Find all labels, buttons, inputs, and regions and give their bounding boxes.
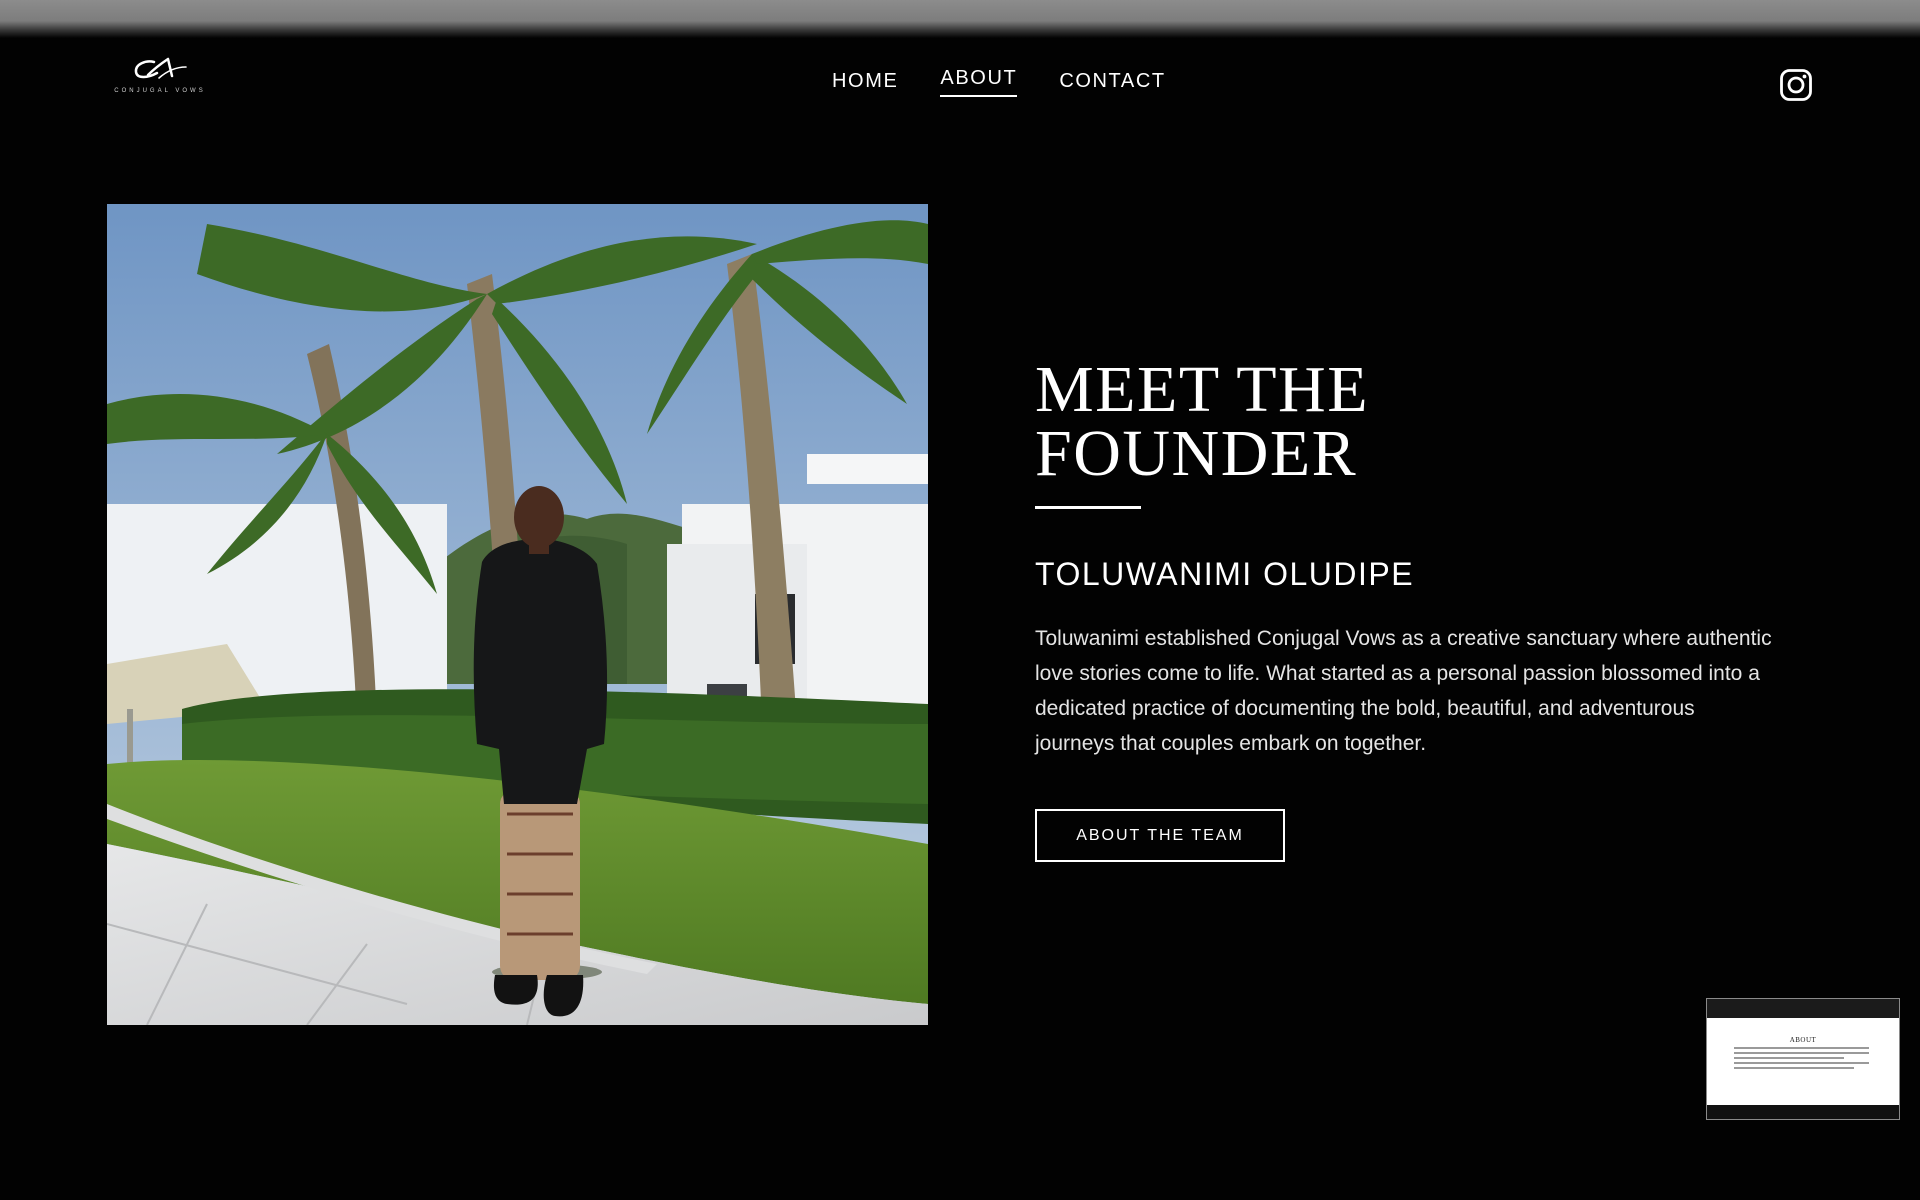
cv-monogram-icon	[134, 57, 187, 79]
preview-nav-bar	[1707, 999, 1899, 1018]
preview-title: ABOUT	[1789, 1036, 1817, 1044]
preview-text-line	[1734, 1052, 1869, 1054]
title-divider	[1035, 506, 1141, 509]
founder-name: TOLUWANIMI OLUDIPE	[1035, 556, 1415, 592]
brand-logo[interactable]: CONJUGAL VOWS	[110, 54, 210, 100]
preview-text-line	[1734, 1057, 1844, 1059]
founder-section: MEET THE FOUNDER TOLUWANIMI OLUDIPE Tolu…	[1035, 353, 1795, 862]
preview-text-line	[1734, 1062, 1869, 1064]
founder-bio: Toluwanimi established Conjugal Vows as …	[1035, 627, 1772, 755]
founder-photo	[107, 204, 928, 1025]
nav-home-link[interactable]: HOME	[832, 70, 898, 97]
instagram-icon[interactable]	[1779, 68, 1813, 102]
preview-text-line	[1734, 1047, 1869, 1049]
nav-about-link[interactable]: ABOUT	[940, 67, 1018, 97]
about-the-team-button[interactable]: ABOUT THE TEAM	[1035, 809, 1285, 862]
brand-name: CONJUGAL VOWS	[114, 88, 206, 94]
main-nav: HOME ABOUT CONTACT	[832, 67, 1166, 97]
page-title: MEET THE FOUNDER	[1035, 353, 1370, 490]
nav-contact-link[interactable]: CONTACT	[1059, 70, 1165, 97]
preview-footer	[1707, 1105, 1899, 1119]
preview-text-line	[1734, 1067, 1854, 1069]
browser-top-bar	[0, 0, 1920, 38]
page-preview-thumbnail[interactable]: ABOUT	[1706, 998, 1900, 1120]
